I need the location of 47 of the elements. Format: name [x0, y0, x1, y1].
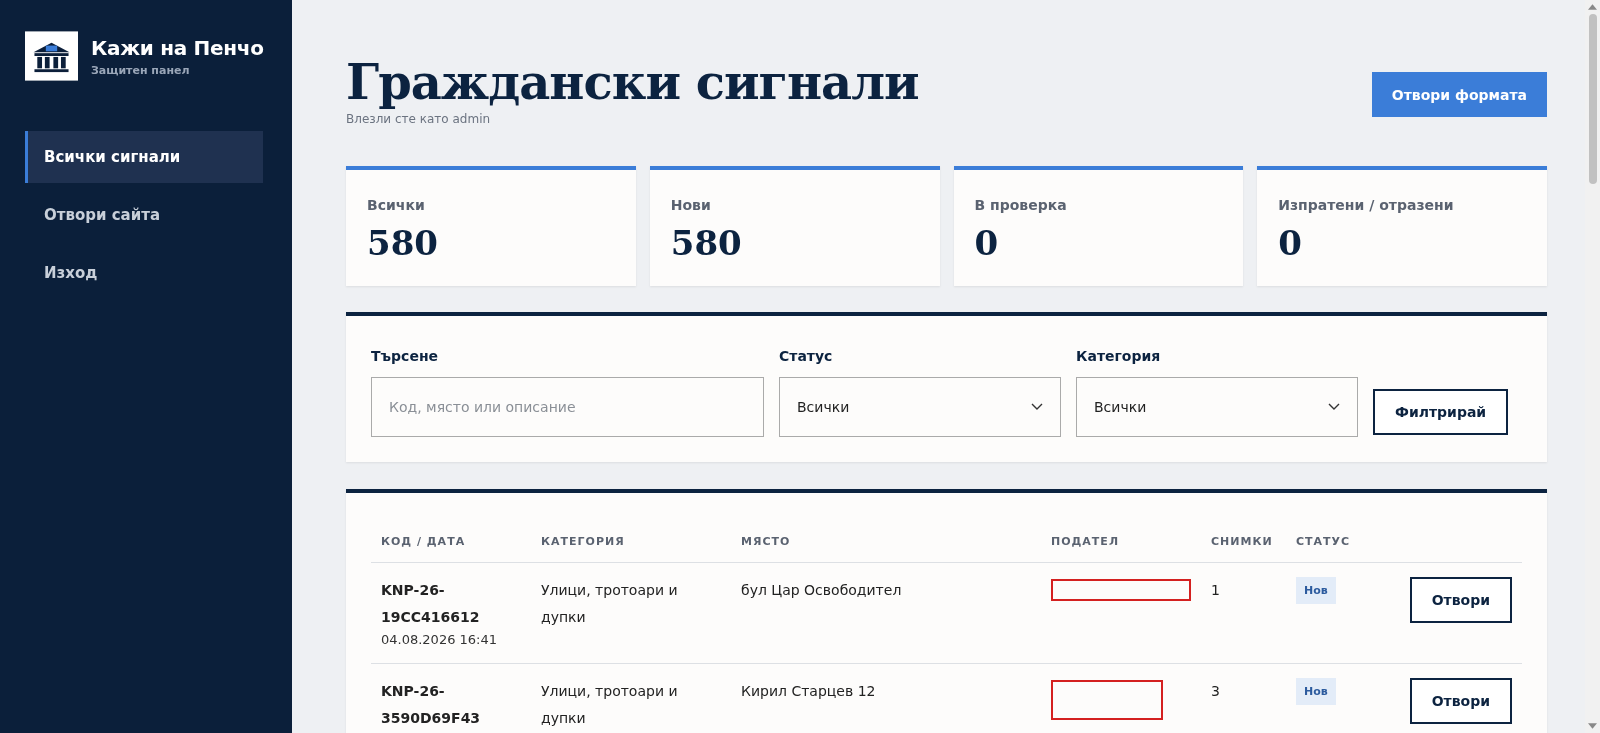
photo-count: 3: [1211, 683, 1220, 700]
scroll-down-icon[interactable]: [1588, 723, 1597, 729]
field-label: Статус: [779, 348, 834, 364]
place-text: бул Цар Освободител: [741, 582, 902, 598]
nav-item[interactable]: Всички сигнали: [25, 131, 263, 183]
filter-button[interactable]: Филтрирай: [1373, 389, 1509, 435]
stat-value: 580: [367, 223, 439, 263]
scrollbar-thumb[interactable]: [1588, 14, 1597, 184]
nav-item[interactable]: Отвори сайта: [25, 189, 263, 241]
column-header: СТАТУС: [1286, 515, 1366, 563]
brand-subtitle: Защитен панел: [91, 64, 191, 77]
status-badge: Нов: [1296, 577, 1336, 604]
column-header: КАТЕГОРИЯ: [531, 515, 731, 563]
building-icon: [25, 31, 78, 81]
nav-item[interactable]: Изход: [25, 247, 263, 299]
stat-label: Изпратени / отразени: [1278, 197, 1455, 213]
column-header: СНИМКИ: [1201, 515, 1286, 563]
category-text: Улици, тротоари и дупки: [541, 582, 678, 625]
open-button[interactable]: Отвори: [1409, 678, 1512, 725]
column-header: КОД / ДАТА: [371, 515, 531, 563]
report-date: 04.08.2026 16:41: [381, 632, 499, 648]
field-label: Категория: [1076, 348, 1162, 364]
stat-label: Всички: [367, 197, 426, 213]
stat-label: В проверка: [974, 197, 1068, 213]
stat-label: Нови: [670, 197, 712, 213]
report-code: KNP-26-19CC416612: [381, 581, 481, 627]
search-field[interactable]: Код, място или описание: [371, 377, 764, 437]
status-dropdown[interactable]: Всички: [779, 377, 1061, 437]
column-header: ПОДАТЕЛ: [1041, 515, 1201, 563]
stat-value: 580: [670, 223, 743, 263]
category-dropdown[interactable]: Всички: [1076, 377, 1358, 437]
login-note: Влезли сте като admin: [346, 112, 492, 126]
stat-value: 0: [1278, 223, 1303, 263]
open-form-button[interactable]: Отвори формата: [1371, 72, 1547, 117]
place-text: Кирил Старцев 12: [741, 683, 876, 700]
stat-value: 0: [974, 223, 1000, 263]
chevron-down-icon: [1328, 403, 1340, 411]
report-code: KNP-26-3590D69F43: [381, 682, 482, 728]
open-button[interactable]: Отвори: [1409, 577, 1512, 623]
status-badge: Нов: [1296, 678, 1336, 706]
category-text: Улици, тротоари и дупки: [541, 683, 678, 726]
photo-count: 1: [1211, 582, 1220, 598]
scroll-up-icon[interactable]: [1588, 4, 1597, 10]
brand-title: Кажи на Пенчо: [91, 36, 264, 60]
field-label: Търсене: [371, 348, 440, 364]
chevron-down-icon: [1031, 403, 1043, 411]
column-header: МЯСТО: [731, 515, 1041, 563]
